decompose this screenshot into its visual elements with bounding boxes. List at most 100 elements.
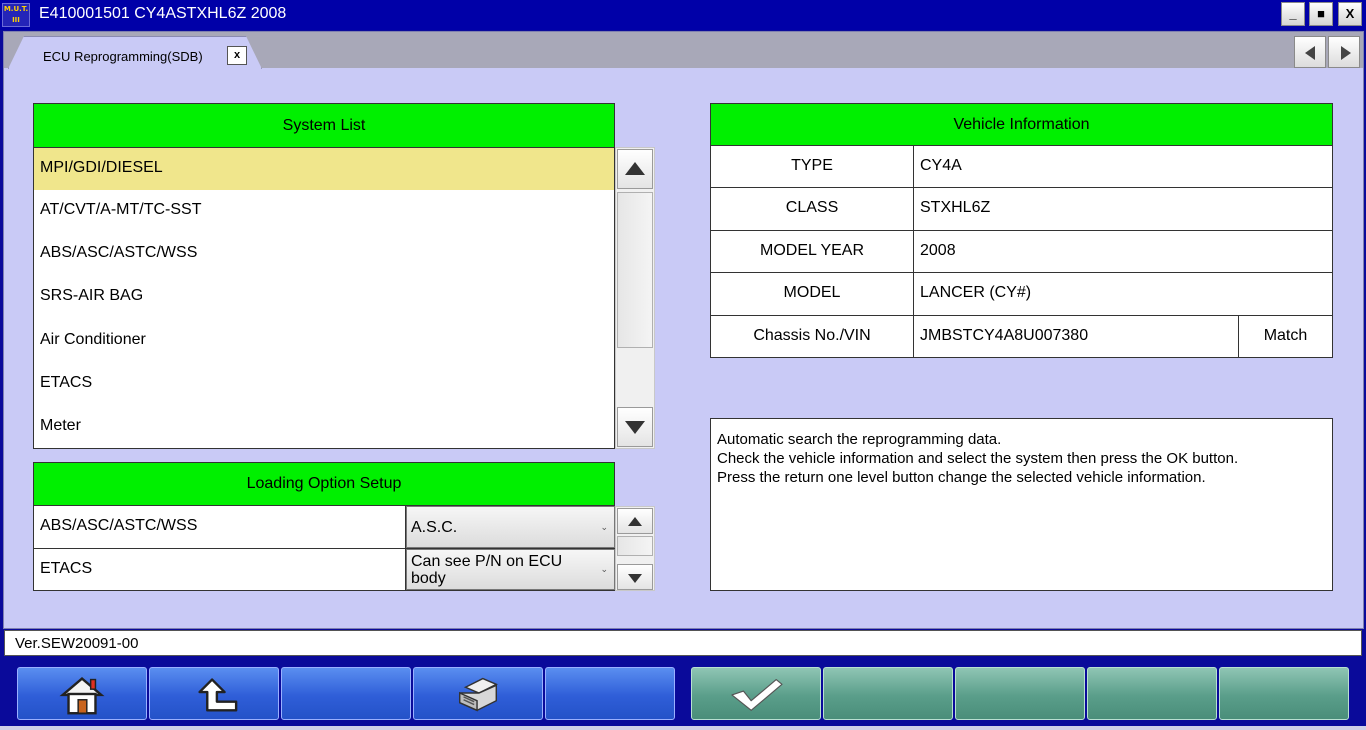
system-list-item-label: AT/CVT/A-MT/TC-SST — [40, 201, 202, 218]
field-label-text: Chassis No./VIN — [753, 327, 871, 344]
minimize-button[interactable]: _ — [1281, 2, 1305, 26]
tab-ecu-reprogramming[interactable]: ECU Reprogramming(SDB) x — [8, 36, 262, 69]
system-list-item-label: Meter — [40, 417, 81, 434]
maximize-button[interactable]: ■ — [1309, 2, 1333, 26]
vehicle-field-value: STXHL6Z — [913, 187, 1333, 231]
field-value-text: LANCER (CY#) — [920, 284, 1032, 301]
scroll-up-button[interactable] — [617, 149, 653, 189]
version-bar: Ver.SEW20091-00 — [4, 630, 1362, 656]
system-list-item[interactable]: AT/CVT/A-MT/TC-SST — [33, 190, 615, 234]
option-select[interactable]: A.S.C. ⌄ — [406, 506, 615, 548]
match-text: Match — [1263, 327, 1308, 344]
vin-value-text: JMBSTCY4A8U007380 — [920, 327, 1089, 344]
system-list-item[interactable]: SRS-AIR BAG — [33, 276, 615, 321]
system-list-header: System List — [33, 103, 615, 148]
system-list-item-label: SRS-AIR BAG — [40, 287, 144, 304]
system-list-scrollbar[interactable] — [615, 147, 655, 449]
option-list-scrollbar[interactable] — [615, 506, 655, 591]
chevron-down-icon: ⌄ — [600, 522, 608, 532]
field-label-text: TYPE — [791, 157, 833, 174]
ok-button[interactable] — [691, 667, 821, 720]
field-label-text: MODEL YEAR — [759, 242, 865, 259]
option-select-value: A.S.C. — [411, 519, 458, 536]
version-text: Ver.SEW20091-00 — [15, 635, 139, 652]
system-list-item[interactable]: Air Conditioner — [33, 320, 615, 364]
vehicle-field-label: TYPE — [710, 145, 914, 188]
tab-scroll-left-button[interactable] — [1294, 36, 1326, 68]
option-system-label: ABS/ASC/ASTC/WSS — [40, 517, 198, 534]
print-button[interactable] — [413, 667, 543, 720]
message-line: Automatic search the reprogramming data. — [717, 431, 1002, 448]
arrow-left-icon — [1305, 46, 1315, 60]
message-line: Press the return one level button change… — [717, 469, 1206, 486]
vehicle-field-value: LANCER (CY#) — [913, 272, 1333, 316]
return-button[interactable] — [149, 667, 279, 720]
toolbar-button-10[interactable] — [1219, 667, 1349, 720]
option-scroll-down-button[interactable] — [617, 564, 653, 590]
field-value-text: CY4A — [920, 157, 962, 174]
tab-close-button[interactable]: x — [227, 46, 247, 65]
arrow-right-icon — [1341, 46, 1351, 60]
system-list-item[interactable]: Meter — [33, 406, 615, 449]
toolbar-button-5[interactable] — [545, 667, 675, 720]
printer-icon — [458, 677, 498, 712]
vehicle-field-value: CY4A — [913, 145, 1333, 188]
field-value-text: STXHL6Z — [920, 199, 991, 216]
system-list-item[interactable]: MPI/GDI/DIESEL — [33, 147, 615, 191]
arrow-up-icon — [625, 162, 645, 175]
system-list-item-label: Air Conditioner — [40, 331, 146, 348]
system-list-item[interactable]: ETACS — [33, 363, 615, 407]
scroll-thumb[interactable] — [617, 192, 653, 348]
system-list-item[interactable]: ABS/ASC/ASTC/WSS — [33, 233, 615, 277]
option-system-label: ETACS — [40, 560, 93, 577]
toolbar-button-7[interactable] — [823, 667, 953, 720]
option-select[interactable]: Can see P/N on ECU body ⌄ — [406, 549, 615, 590]
title-bar: M.U.T. III E410001501 CY4ASTXHL6Z 2008 _ … — [0, 0, 1366, 30]
window-title: E410001501 CY4ASTXHL6Z 2008 — [39, 5, 287, 22]
toolbar-button-3[interactable] — [281, 667, 411, 720]
message-box: Automatic search the reprogramming data.… — [710, 418, 1333, 591]
checkmark-icon — [731, 678, 783, 711]
message-line: Check the vehicle information and select… — [717, 450, 1239, 467]
vin-match-status: Match — [1238, 315, 1333, 358]
chevron-down-icon: ⌄ — [600, 564, 608, 574]
field-label-text: MODEL — [783, 284, 841, 301]
arrow-down-icon — [628, 574, 642, 583]
close-button[interactable]: X — [1338, 2, 1362, 26]
vehicle-field-value: 2008 — [913, 230, 1333, 273]
app-window: M.U.T. III E410001501 CY4ASTXHL6Z 2008 _ … — [0, 0, 1366, 730]
home-icon — [59, 677, 105, 715]
vehicle-field-label: MODEL YEAR — [710, 230, 914, 273]
vehicle-info-header: Vehicle Information — [710, 103, 1333, 146]
system-list-item-label: MPI/GDI/DIESEL — [40, 159, 163, 176]
bottom-edge — [0, 726, 1366, 730]
option-scroll-thumb[interactable] — [617, 536, 653, 556]
loading-option-header: Loading Option Setup — [33, 462, 615, 506]
system-list-item-label: ABS/ASC/ASTC/WSS — [40, 244, 198, 261]
vehicle-field-label: CLASS — [710, 187, 914, 231]
option-row-value-cell: A.S.C. ⌄ — [405, 506, 615, 549]
option-select-value: Can see P/N on ECU body — [411, 553, 563, 587]
home-button[interactable] — [17, 667, 147, 720]
return-arrow-icon — [198, 678, 238, 712]
system-list-item-label: ETACS — [40, 374, 93, 391]
tab-label: ECU Reprogramming(SDB) — [43, 49, 203, 64]
scroll-down-button[interactable] — [617, 407, 653, 447]
toolbar-button-8[interactable] — [955, 667, 1085, 720]
option-scroll-up-button[interactable] — [617, 508, 653, 534]
option-row-system: ABS/ASC/ASTC/WSS — [33, 506, 406, 549]
option-row-value-cell: Can see P/N on ECU body ⌄ — [405, 549, 615, 591]
vehicle-field-label: Chassis No./VIN — [710, 315, 914, 358]
tab-scroll-right-button[interactable] — [1328, 36, 1360, 68]
vehicle-field-label: MODEL — [710, 272, 914, 316]
field-value-text: 2008 — [920, 242, 956, 259]
option-row-system: ETACS — [33, 549, 406, 591]
arrow-up-icon — [628, 517, 642, 526]
bottom-toolbar — [0, 658, 1366, 730]
mut-logo: M.U.T. III — [2, 3, 30, 27]
tab-strip: ECU Reprogramming(SDB) x — [4, 32, 1363, 69]
arrow-down-icon — [625, 421, 645, 434]
field-label-text: CLASS — [785, 199, 839, 216]
toolbar-button-9[interactable] — [1087, 667, 1217, 720]
vehicle-field-value: JMBSTCY4A8U007380 — [913, 315, 1239, 358]
